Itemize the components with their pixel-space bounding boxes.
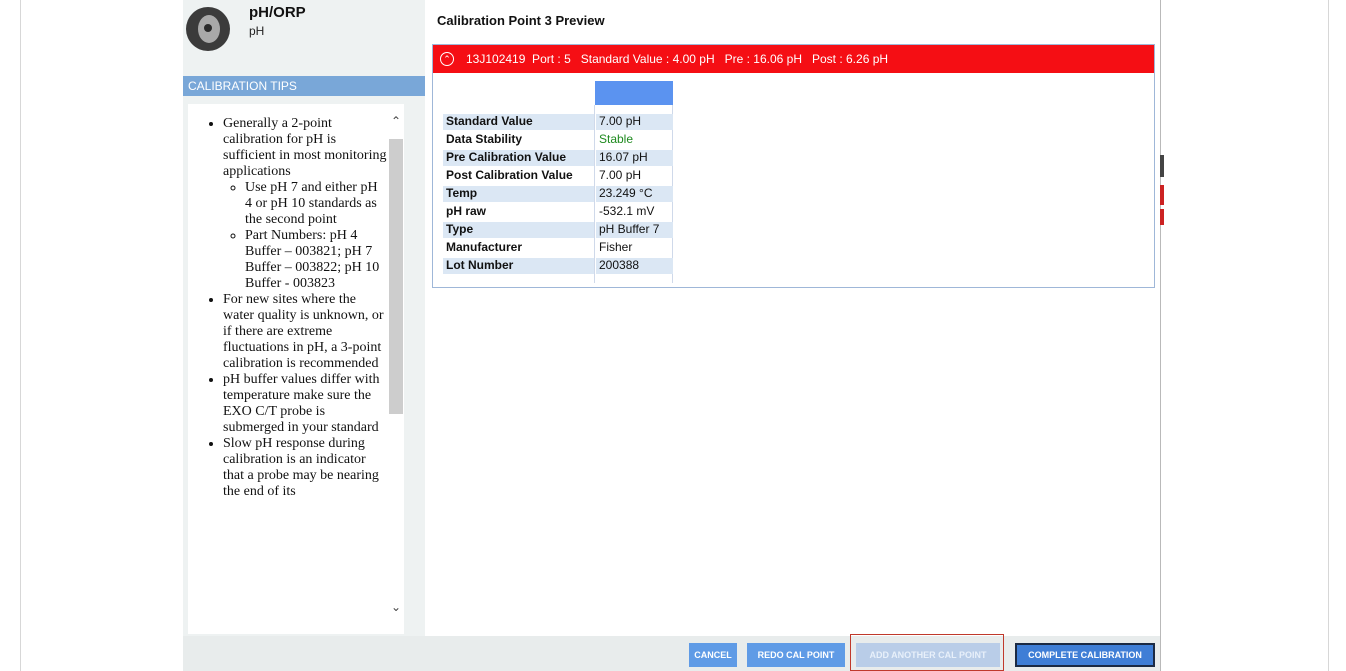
edge-artifact xyxy=(1160,185,1164,205)
calibration-tips-list[interactable]: Generally a 2-point calibration for pH i… xyxy=(188,104,388,634)
row-label: Lot Number xyxy=(443,258,594,274)
tip-item: Slow pH response during calibration is a… xyxy=(223,436,388,500)
calibration-summary-bar[interactable]: ⌃ 13J102419 Port : 5 Standard Value : 4.… xyxy=(433,45,1154,73)
frame-border-right xyxy=(1160,0,1161,671)
tip-subitem: Part Numbers: pH 4 Buffer – 003821; pH 7… xyxy=(245,228,388,292)
edge-artifact xyxy=(1160,155,1164,177)
sensor-subtitle: pH xyxy=(249,24,265,38)
tip-item: Generally a 2-point calibration for pH i… xyxy=(223,116,388,292)
row-value: 7.00 pH xyxy=(596,114,673,130)
row-value: -532.1 mV xyxy=(599,204,655,218)
row-label: pH raw xyxy=(446,204,487,218)
tip-text: Generally a 2-point calibration for pH i… xyxy=(223,116,387,179)
edge-artifact xyxy=(1160,209,1164,225)
page-title: Calibration Point 3 Preview xyxy=(437,13,605,28)
row-value: pH Buffer 7 xyxy=(596,222,673,238)
cancel-button[interactable]: CANCEL xyxy=(689,643,737,667)
sensor-icon-dot xyxy=(204,24,212,32)
calibration-summary-text: 13J102419 Port : 5 Standard Value : 4.00… xyxy=(466,52,889,66)
row-label: Type xyxy=(443,222,594,238)
row-value: 23.249 °C xyxy=(596,186,673,202)
row-value: Fisher xyxy=(599,240,633,254)
row-value: 200388 xyxy=(596,258,673,274)
tips-scrollbar[interactable]: ⌃ ⌄ xyxy=(388,104,404,634)
row-label: Data Stability xyxy=(446,132,523,146)
scroll-down-icon[interactable]: ⌄ xyxy=(388,600,404,614)
value-column-header xyxy=(595,81,673,105)
row-label: Standard Value xyxy=(443,114,594,130)
tip-item: pH buffer values differ with temperature… xyxy=(223,372,388,436)
sensor-panel: pH/ORP pH CALIBRATION TIPS Generally a 2… xyxy=(183,0,425,636)
row-label: Pre Calibration Value xyxy=(443,150,594,166)
column-divider xyxy=(594,105,595,283)
add-another-cal-point-button[interactable]: ADD ANOTHER CAL POINT xyxy=(856,643,1000,667)
redo-cal-point-button[interactable]: REDO CAL POINT xyxy=(747,643,845,667)
sensor-title: pH/ORP xyxy=(249,4,306,21)
tip-item: For new sites where the water quality is… xyxy=(223,292,388,372)
tip-subitem: Use pH 7 and either pH 4 or pH 10 standa… xyxy=(245,180,388,228)
calibration-tips-header: CALIBRATION TIPS xyxy=(183,76,425,96)
row-label: Manufacturer xyxy=(446,240,523,254)
action-footer xyxy=(183,636,1160,671)
frame-border-far-right xyxy=(1328,0,1329,671)
ph-sensor-icon xyxy=(186,7,230,51)
row-label: Post Calibration Value xyxy=(446,168,573,182)
collapse-icon[interactable]: ⌃ xyxy=(440,52,454,66)
row-value: 16.07 pH xyxy=(596,150,673,166)
frame-border-left xyxy=(20,0,21,671)
row-value: Stable xyxy=(599,132,634,146)
row-label: Temp xyxy=(443,186,594,202)
calibration-point-card: ⌃ 13J102419 Port : 5 Standard Value : 4.… xyxy=(432,44,1155,288)
complete-calibration-button[interactable]: COMPLETE CALIBRATION xyxy=(1015,643,1155,667)
sensor-header: pH/ORP pH xyxy=(183,0,425,76)
scroll-up-icon[interactable]: ⌃ xyxy=(388,114,404,128)
scroll-thumb[interactable] xyxy=(389,139,403,414)
row-value: 7.00 pH xyxy=(599,168,642,182)
